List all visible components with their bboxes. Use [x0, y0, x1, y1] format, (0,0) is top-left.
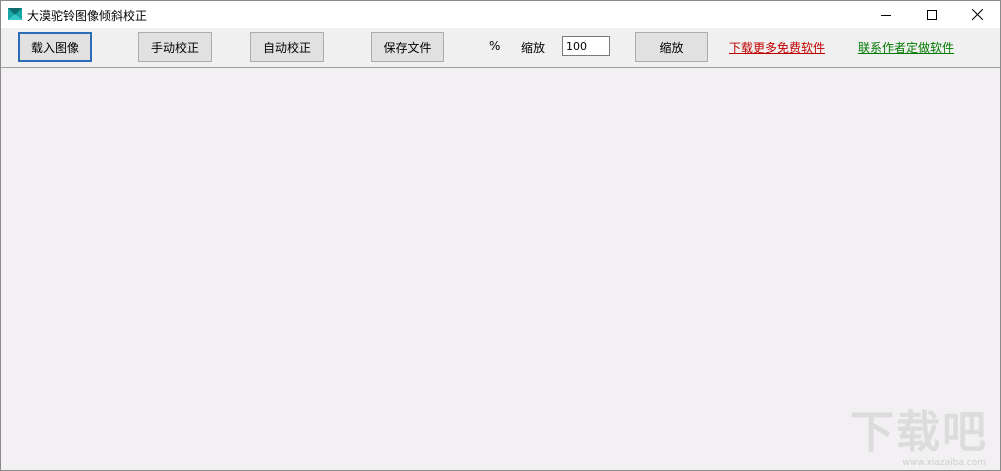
- contact-author-link[interactable]: 联系作者定做软件: [858, 39, 954, 56]
- minimize-icon: [881, 14, 891, 16]
- watermark-logo: 下载吧: [850, 407, 988, 458]
- watermark-url: www.xiazaiba.com: [902, 458, 986, 468]
- image-canvas[interactable]: 下载吧 www.xiazaiba.com: [1, 68, 1000, 470]
- save-file-button[interactable]: 保存文件: [371, 32, 444, 62]
- window-title: 大漠驼铃图像倾斜校正: [27, 9, 148, 23]
- auto-correct-button[interactable]: 自动校正: [250, 32, 324, 62]
- download-more-link[interactable]: 下载更多免费软件: [729, 39, 825, 56]
- zoom-button[interactable]: 缩放: [635, 32, 708, 62]
- toolbar: 载入图像 手动校正 自动校正 保存文件 % 缩放 缩放 下载更多免费软件 联系作…: [1, 28, 1000, 68]
- close-icon: [971, 9, 983, 20]
- title-bar[interactable]: 大漠驼铃图像倾斜校正: [1, 1, 1000, 28]
- app-icon: [7, 6, 23, 22]
- maximize-button[interactable]: [909, 1, 955, 28]
- minimize-button[interactable]: [863, 1, 909, 28]
- load-image-button[interactable]: 载入图像: [18, 32, 92, 62]
- zoom-label: 缩放: [521, 41, 546, 55]
- percent-label: %: [489, 39, 501, 53]
- maximize-icon: [927, 9, 937, 20]
- close-button[interactable]: [954, 1, 1000, 28]
- manual-correct-button[interactable]: 手动校正: [138, 32, 212, 62]
- app-window: 大漠驼铃图像倾斜校正 载入图像 手动校正 自动校正 保存文件 % 缩放 缩放 下…: [0, 0, 1001, 471]
- zoom-input[interactable]: [562, 36, 610, 56]
